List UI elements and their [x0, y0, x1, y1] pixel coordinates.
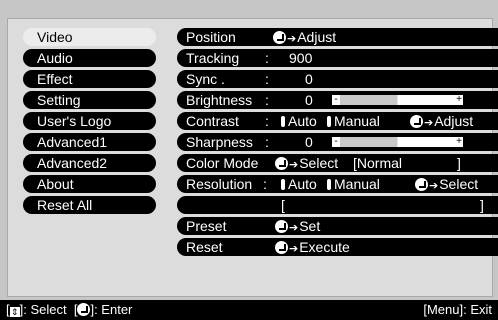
radio-icon — [281, 116, 285, 127]
colon: : — [263, 176, 267, 192]
resolution-value-close: ] — [480, 197, 484, 213]
resolution-action: Select — [439, 176, 479, 192]
enter-icon — [275, 220, 288, 233]
contrast-adjust: ➔Adjust — [410, 112, 473, 132]
menu-item-users-logo[interactable]: User's Logo — [23, 112, 156, 130]
color-mode-action: Select — [299, 155, 339, 171]
reset-action: Execute — [299, 239, 350, 255]
brightness-slider[interactable]: - + — [332, 95, 463, 105]
row-resolution-value: [ ] — [177, 196, 498, 214]
arrow-right-icon: ➔ — [289, 243, 299, 255]
brightness-value: 0 — [305, 92, 313, 108]
menu-item-advanced1[interactable]: Advanced1 — [23, 133, 156, 151]
position-action: Adjust — [297, 29, 337, 45]
resolution-manual-option[interactable]: Manual — [327, 175, 380, 193]
plus-icon: + — [455, 136, 463, 147]
colon: : — [265, 71, 269, 87]
color-mode-label: Color Mode — [186, 155, 259, 171]
row-preset[interactable]: Preset ➔Set — [177, 217, 498, 235]
resolution-manual-label: Manual — [334, 176, 380, 192]
menu-item-setting[interactable]: Setting — [23, 91, 156, 109]
row-resolution[interactable]: Resolution : Auto Manual ➔Select — [177, 175, 498, 193]
colon: : — [265, 113, 269, 129]
arrow-right-icon: ➔ — [289, 222, 299, 234]
row-tracking[interactable]: Tracking : 900 — [177, 49, 498, 67]
colon: : — [265, 92, 269, 108]
sync-label: Sync . — [186, 71, 225, 87]
reset-execute: ➔Execute — [275, 238, 350, 258]
row-color-mode[interactable]: Color Mode ➔Select [Normal ] — [177, 154, 498, 172]
contrast-action: Adjust — [434, 113, 474, 129]
preset-action: Set — [299, 218, 321, 234]
row-contrast[interactable]: Contrast : Auto Manual ➔Adjust — [177, 112, 498, 130]
arrow-right-icon: ➔ — [289, 159, 299, 171]
arrow-right-icon: ➔ — [429, 180, 439, 192]
enter-icon — [275, 241, 288, 254]
top-bar — [0, 0, 498, 18]
slider-track — [340, 137, 455, 147]
menu-item-reset-all[interactable]: Reset All — [23, 196, 156, 214]
row-position[interactable]: Position ➔Adjust — [177, 28, 498, 46]
contrast-auto-option[interactable]: Auto — [281, 112, 317, 130]
up-down-icon: ⇕ — [9, 307, 20, 317]
menu-item-audio[interactable]: Audio — [23, 49, 156, 67]
row-sharpness[interactable]: Sharpness : 0 - + — [177, 133, 498, 151]
plus-icon: + — [455, 94, 463, 105]
resolution-auto-option[interactable]: Auto — [281, 175, 317, 193]
menu-item-video[interactable]: Video — [23, 28, 156, 46]
sharpness-slider[interactable]: - + — [332, 137, 463, 147]
contrast-manual-option[interactable]: Manual — [327, 112, 380, 130]
color-mode-close: ] — [457, 155, 461, 171]
menu-item-about[interactable]: About — [23, 175, 156, 193]
radio-icon — [327, 116, 331, 127]
menu-item-advanced2[interactable]: Advanced2 — [23, 154, 156, 172]
colon: : — [265, 134, 269, 150]
enter-icon — [410, 115, 423, 128]
sharpness-value: 0 — [305, 134, 313, 150]
projector-menu-screen: Video Audio Effect Setting User's Logo A… — [0, 0, 498, 320]
tracking-label: Tracking — [186, 50, 240, 66]
contrast-label: Contrast — [186, 113, 239, 129]
select-hint: : Select — [23, 302, 67, 317]
radio-icon — [327, 179, 331, 190]
enter-icon — [415, 178, 428, 191]
color-mode-select: ➔Select — [275, 154, 338, 174]
enter-icon — [273, 31, 286, 44]
position-label: Position — [186, 29, 236, 45]
arrow-right-icon: ➔ — [287, 33, 297, 45]
exit-hint: [Menu]: Exit — [423, 302, 492, 317]
reset-label: Reset — [186, 239, 223, 255]
status-hints: [⇕]: Select []: Enter — [6, 302, 133, 317]
enter-icon — [77, 303, 91, 316]
resolution-auto-label: Auto — [288, 176, 317, 192]
contrast-manual-label: Manual — [334, 113, 380, 129]
color-mode-value: [Normal — [353, 155, 403, 171]
minus-icon: - — [332, 95, 340, 105]
enter-hint: : Enter — [94, 302, 133, 317]
tracking-value: 900 — [289, 50, 313, 66]
menu-item-effect[interactable]: Effect — [23, 70, 156, 88]
preset-label: Preset — [186, 218, 227, 234]
slider-track — [340, 95, 455, 105]
brightness-label: Brightness — [186, 92, 253, 108]
status-bar: [⇕]: Select []: Enter [Menu]: Exit — [0, 300, 498, 320]
sync-value: 0 — [305, 71, 313, 87]
row-brightness[interactable]: Brightness : 0 - + — [177, 91, 498, 109]
preset-set: ➔Set — [275, 217, 320, 237]
sharpness-label: Sharpness — [186, 134, 253, 150]
contrast-auto-label: Auto — [288, 113, 317, 129]
row-sync[interactable]: Sync . : 0 — [177, 70, 498, 88]
enter-icon — [275, 157, 288, 170]
resolution-label: Resolution — [186, 176, 253, 192]
arrow-right-icon: ➔ — [424, 117, 434, 129]
position-adjust: ➔Adjust — [273, 28, 336, 48]
resolution-select: ➔Select — [415, 175, 478, 195]
row-reset[interactable]: Reset ➔Execute — [177, 238, 498, 256]
minus-icon: - — [332, 137, 340, 147]
resolution-value-open: [ — [281, 197, 285, 213]
colon: : — [265, 50, 269, 66]
radio-icon — [281, 179, 285, 190]
